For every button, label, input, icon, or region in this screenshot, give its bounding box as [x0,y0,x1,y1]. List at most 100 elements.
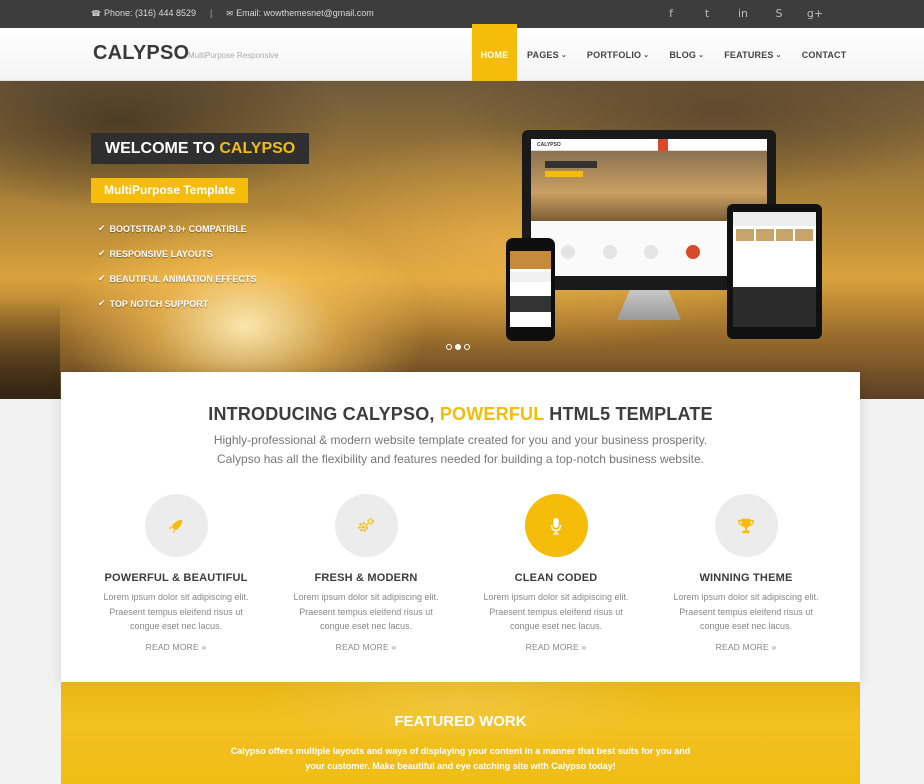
tagline: MultiPurpose Responsive [188,51,279,60]
read-more-label: READ MORE [715,641,769,652]
nav-item-portfolio[interactable]: PORTFOLIO ⌄ [577,24,659,81]
mockup-nav-active [658,139,668,151]
nav-item-pages[interactable]: PAGES ⌄ [517,24,577,81]
nav-label: HOME [480,49,509,60]
service-title: POWERFUL & BEAUTIFUL [104,572,248,584]
phone-info: ☎ Phone: (316) 444 8529 [91,8,196,18]
check-icon: ✔ [98,223,106,234]
tablet-footer [733,287,816,327]
welcome-prefix: WELCOME TO [105,140,215,157]
hero-feature: ✔ RESPONSIVE LAYOUTS [98,241,256,266]
social-links: f t in S g+ [653,5,833,23]
service-description: Lorem ipsum dolor sit adipiscing elit. P… [673,592,819,631]
nav-item-features[interactable]: FEATURES ⌄ [714,24,792,81]
nav-label: PORTFOLIO [586,49,642,60]
tablet-thumbs [733,226,816,244]
mockup-logo: CALYPSO [531,139,767,151]
desktop-stand [617,290,681,320]
nav-item-blog[interactable]: BLOG ⌄ [659,24,714,81]
google-plus-icon[interactable]: g+ [797,5,833,23]
hero-subtitle: MultiPurpose Template [91,178,249,203]
featured-work-section: FEATURED WORK Calypso offers multiple la… [61,682,860,784]
hero-feature-list: ✔ BOOTSTRAP 3.0+ COMPATIBLE ✔ RESPONSIVE L… [98,216,256,316]
chevron-down-icon: ⌄ [698,51,705,59]
phone-icon: ☎ [91,8,101,18]
read-more-link[interactable]: READ MORE » [271,642,461,652]
rocket-icon [144,494,208,557]
hero-feature: ✔ BOOTSTRAP 3.0+ COMPATIBLE [98,216,256,241]
logo[interactable]: CALYPSO [93,42,189,65]
service-item: WINNING THEME Lorem ipsum dolor sit adip… [651,494,841,652]
contact-info: ☎ Phone: (316) 444 8529 | ✉ Email: wowth… [91,8,374,18]
check-icon: ✔ [98,273,106,284]
hero-feature: ✔ BEAUTIFUL ANIMATION EFFECTS [98,266,256,291]
tablet-mockup-screen [733,212,816,327]
tablet-header [733,212,816,226]
thumb [795,229,813,241]
main-nav: HOME PAGES ⌄ PORTFOLIO ⌄ BLOG ⌄ FEATURES ⌄ C… [472,24,856,81]
service-title: FRESH & MODERN [314,572,418,584]
mockup-welcome [545,161,597,168]
hero-slider: WELCOME TO CALYPSO MultiPurpose Template… [0,81,924,399]
skype-icon[interactable]: S [761,5,797,23]
intro-title: INTRODUCING CALYPSO, POWERFUL HTML5 TEMP… [61,404,860,425]
slider-dot-active[interactable] [455,344,461,350]
mockup-circle [685,245,700,259]
intro-description: Highly-professional & modern website tem… [61,431,860,469]
mockup-circle [644,245,658,259]
chevron-right-icon: » [771,641,777,652]
site-header: CALYPSO MultiPurpose Responsive HOME PAG… [0,24,924,81]
featured-description: Calypso offers multiple layouts and ways… [61,744,860,774]
mockup-circle [561,245,575,259]
gears-icon [334,494,398,557]
envelope-icon: ✉ [226,8,234,18]
read-more-link[interactable]: READ MORE » [651,642,841,652]
hero-feature: ✔ TOP NOTCH SUPPORT [98,291,256,316]
hero-welcome-title: WELCOME TO CALYPSO [91,133,310,164]
contact-separator: | [210,8,213,18]
chevron-down-icon: ⌄ [775,51,782,59]
service-item: POWERFUL & BEAUTIFUL Lorem ipsum dolor s… [81,494,271,652]
service-description: Lorem ipsum dolor sit adipiscing elit. P… [293,592,439,631]
thumb [736,229,754,241]
email-info[interactable]: ✉ Email: wowthemesnet@gmail.com [226,8,373,18]
nav-item-home[interactable]: HOME [472,24,517,81]
email-text[interactable]: Email: wowthemesnet@gmail.com [236,8,374,18]
hero-foreground [0,299,60,399]
thumb [775,229,794,241]
read-more-link[interactable]: READ MORE » [461,642,651,652]
service-description: Lorem ipsum dolor sit adipiscing elit. P… [103,592,249,631]
read-more-link[interactable]: READ MORE » [81,642,271,652]
check-icon: ✔ [98,298,106,309]
phone-hero [510,251,551,269]
slider-dot[interactable] [446,344,452,350]
phone-mockup [506,238,555,341]
chevron-right-icon: » [201,641,207,652]
welcome-highlight: CALYPSO [219,140,296,157]
intro-title-suffix: HTML5 TEMPLATE [549,404,713,424]
chevron-down-icon: ⌄ [643,51,650,59]
tablet-mockup [727,204,822,339]
nav-item-contact[interactable]: CONTACT [792,24,857,81]
service-title: WINNING THEME [699,572,793,584]
check-icon: ✔ [98,248,106,259]
nav-label: BLOG [669,49,697,60]
linkedin-icon[interactable]: in [725,5,761,23]
featured-line: Calypso offers multiple layouts and ways… [230,746,691,756]
hero-feature-text: RESPONSIVE LAYOUTS [109,248,213,259]
hero-feature-text: BOOTSTRAP 3.0+ COMPATIBLE [109,223,247,234]
phone-mockup-screen [510,251,551,327]
nav-label: CONTACT [801,49,847,60]
chevron-down-icon: ⌄ [560,51,567,59]
service-item: FRESH & MODERN Lorem ipsum dolor sit adi… [271,494,461,652]
service-title: CLEAN CODED [514,572,598,584]
slider-dot[interactable] [464,344,470,350]
intro-title-prefix: INTRODUCING CALYPSO, [208,404,435,424]
service-description: Lorem ipsum dolor sit adipiscing elit. P… [483,592,629,631]
intro-line: Highly-professional & modern website tem… [213,433,708,447]
intro-line: Calypso has all the flexibility and feat… [217,452,704,466]
twitter-icon[interactable]: t [689,5,725,23]
hero-feature-text: TOP NOTCH SUPPORT [109,298,209,309]
facebook-icon[interactable]: f [653,5,689,23]
thumb [755,229,774,241]
